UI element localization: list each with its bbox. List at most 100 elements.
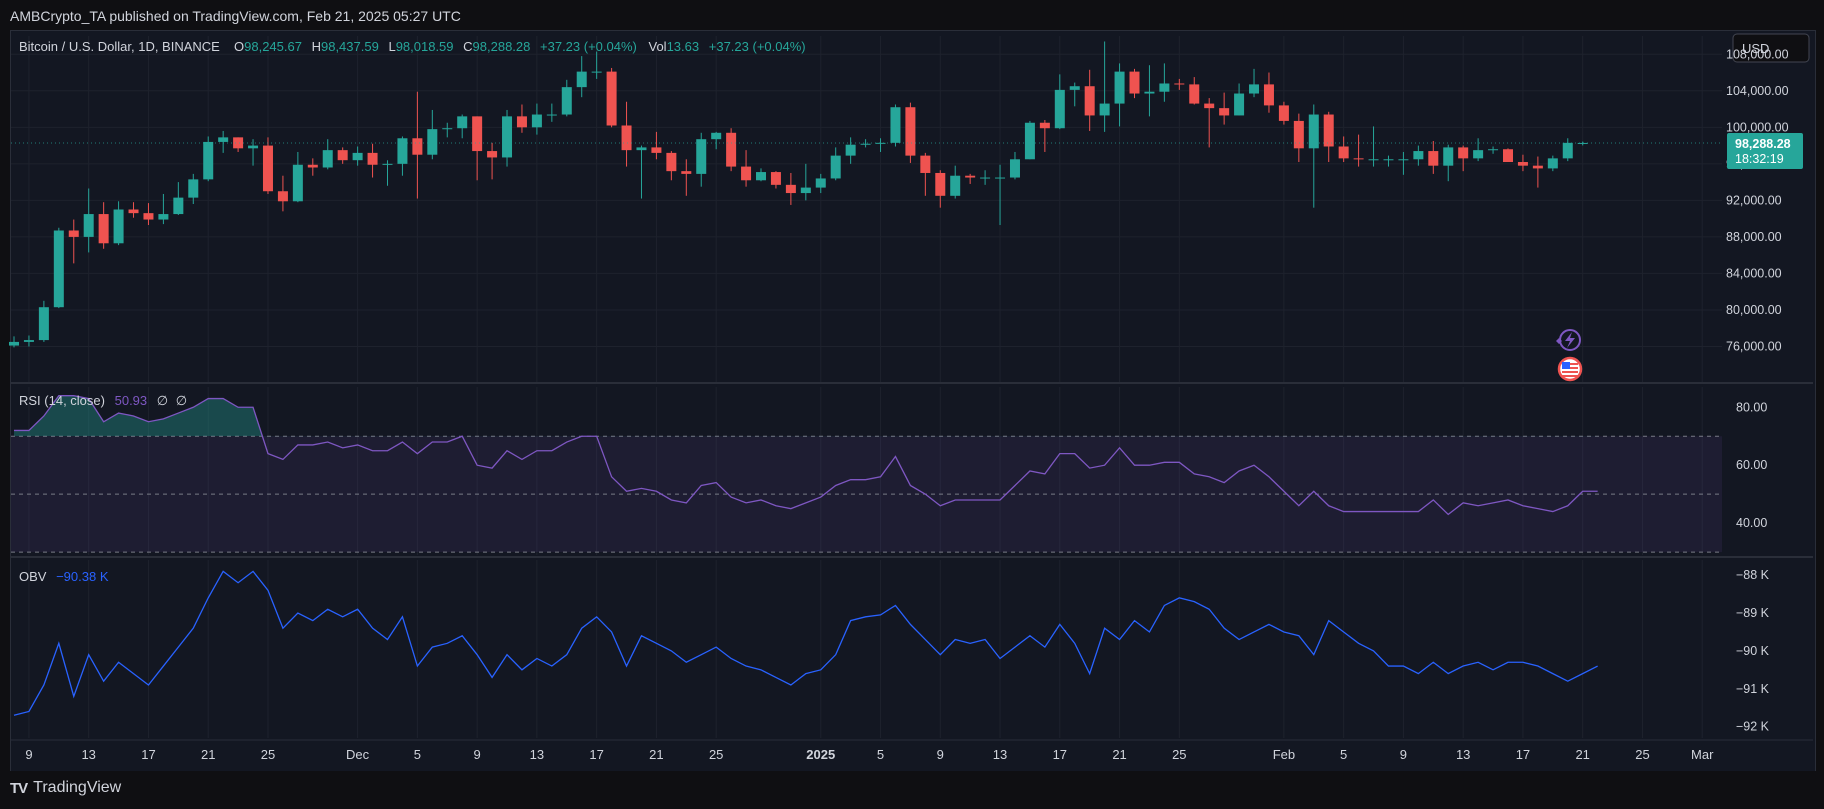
rsi-tick-label: 40.00 [1736, 516, 1767, 530]
candle [1174, 78, 1185, 90]
time-tick-label: 21 [1112, 747, 1126, 762]
candle-body [367, 152, 378, 165]
candle-body [1144, 91, 1155, 94]
candle [1338, 136, 1349, 163]
candle-body [965, 175, 976, 178]
candle [38, 300, 49, 342]
candle-body [352, 152, 363, 161]
candle [980, 170, 991, 185]
candle [382, 160, 393, 186]
candle [711, 131, 722, 150]
candle [1458, 145, 1469, 172]
candle-body [546, 114, 557, 116]
candle-body [905, 107, 916, 156]
candle [965, 173, 976, 184]
candle [1562, 138, 1573, 162]
candle [128, 202, 139, 218]
chart-canvas[interactable]: 9 13 17 21 25 Dec 5 9 13 17 21 25 2025 5 9 13 17 21 25 Feb 5… [0, 0, 1824, 809]
obv-legend: OBV −90.38 K [19, 569, 109, 584]
candle-body [741, 166, 752, 181]
candle-body [98, 214, 109, 244]
candle-body [128, 209, 139, 214]
candle-body [1293, 120, 1304, 149]
candle-body [1517, 162, 1528, 166]
candle-body [860, 143, 871, 145]
time-tick-label: 9 [937, 747, 944, 762]
candle [1428, 141, 1439, 174]
candle-body [248, 145, 259, 149]
candle-body [726, 132, 737, 167]
candle-body [1398, 159, 1409, 161]
candle-body [1353, 158, 1364, 160]
candle-body [1323, 114, 1334, 147]
time-tick-label: 9 [1400, 747, 1407, 762]
candle-body [442, 128, 453, 130]
price-tick-label: 104,000.00 [1726, 84, 1789, 98]
candle-body [1159, 83, 1170, 92]
candle [53, 227, 64, 309]
price-tick-label: 92,000.00 [1726, 193, 1782, 207]
obv-tick-label: −92 K [1736, 720, 1770, 734]
candle [337, 147, 348, 164]
candle [531, 103, 542, 135]
candle [636, 145, 647, 199]
time-tick-label: 13 [993, 747, 1007, 762]
candle-body [472, 116, 483, 152]
candle-body [666, 152, 677, 172]
candle [1383, 155, 1394, 167]
us-flag-icon[interactable] [1557, 356, 1583, 382]
candle [442, 122, 453, 138]
time-tick-label: 9 [25, 747, 32, 762]
candle-body [1503, 149, 1513, 163]
time-axis[interactable]: 9 13 17 21 25 Dec 5 9 13 17 21 25 2025 5 9 13 17 21 25 Feb 5… [25, 36, 1714, 762]
time-tick-label: 17 [1516, 747, 1530, 762]
legend-symbol: Bitcoin / U.S. Dollar, 1D, BINANCE [19, 39, 220, 54]
time-tick-label: 17 [141, 747, 155, 762]
tradingview-logo[interactable]: TV TradingView [10, 779, 121, 797]
candle-body [890, 107, 901, 143]
time-tick-label: 5 [877, 747, 884, 762]
obv-tick-label: −91 K [1736, 682, 1770, 696]
obv-line [13, 570, 1598, 716]
candle-body [277, 191, 288, 202]
tradingview-logo-icon: TV [10, 779, 28, 797]
candle-body [457, 116, 468, 129]
price-pane[interactable]: 76,000.00 80,000.00 84,000.00 88,000.00 92,0… [9, 41, 1789, 353]
candle-body [1204, 103, 1215, 109]
candle [427, 109, 438, 160]
candle [1488, 146, 1499, 154]
candle-body [322, 150, 333, 168]
candle-body [487, 151, 498, 158]
candle [68, 219, 79, 264]
candle-body [636, 147, 647, 151]
candle [1159, 63, 1170, 102]
candle-body [23, 340, 34, 342]
candle-body [382, 163, 393, 165]
candle-body [711, 132, 722, 140]
candle [1054, 74, 1065, 130]
candle [1368, 126, 1379, 167]
time-tick-label: 2025 [806, 747, 835, 762]
rsi-tick-label: 60.00 [1736, 458, 1767, 472]
candle [322, 139, 333, 170]
candle-body [935, 172, 946, 196]
candle-body [68, 230, 79, 237]
candle [23, 335, 34, 347]
candle-body [875, 142, 886, 144]
candle-body [143, 213, 154, 220]
obv-pane[interactable]: −92 K −91 K −90 K −89 K −88 K [13, 568, 1770, 734]
candle [1204, 98, 1215, 148]
rsi-pane[interactable]: 40.00 60.00 80.00 [11, 395, 1767, 553]
time-tick-label: 17 [589, 747, 603, 762]
candle-body [591, 71, 602, 73]
flash-icon[interactable] [1556, 329, 1581, 351]
price-tick-label: 88,000.00 [1726, 230, 1782, 244]
candle-body [412, 138, 423, 155]
candle [1413, 145, 1424, 166]
candle-body [845, 144, 856, 156]
candle-body [1219, 108, 1230, 116]
time-tick-label: 21 [201, 747, 215, 762]
candle-body [1039, 122, 1050, 129]
candle-body [756, 172, 766, 181]
time-tick-label: 25 [261, 747, 275, 762]
